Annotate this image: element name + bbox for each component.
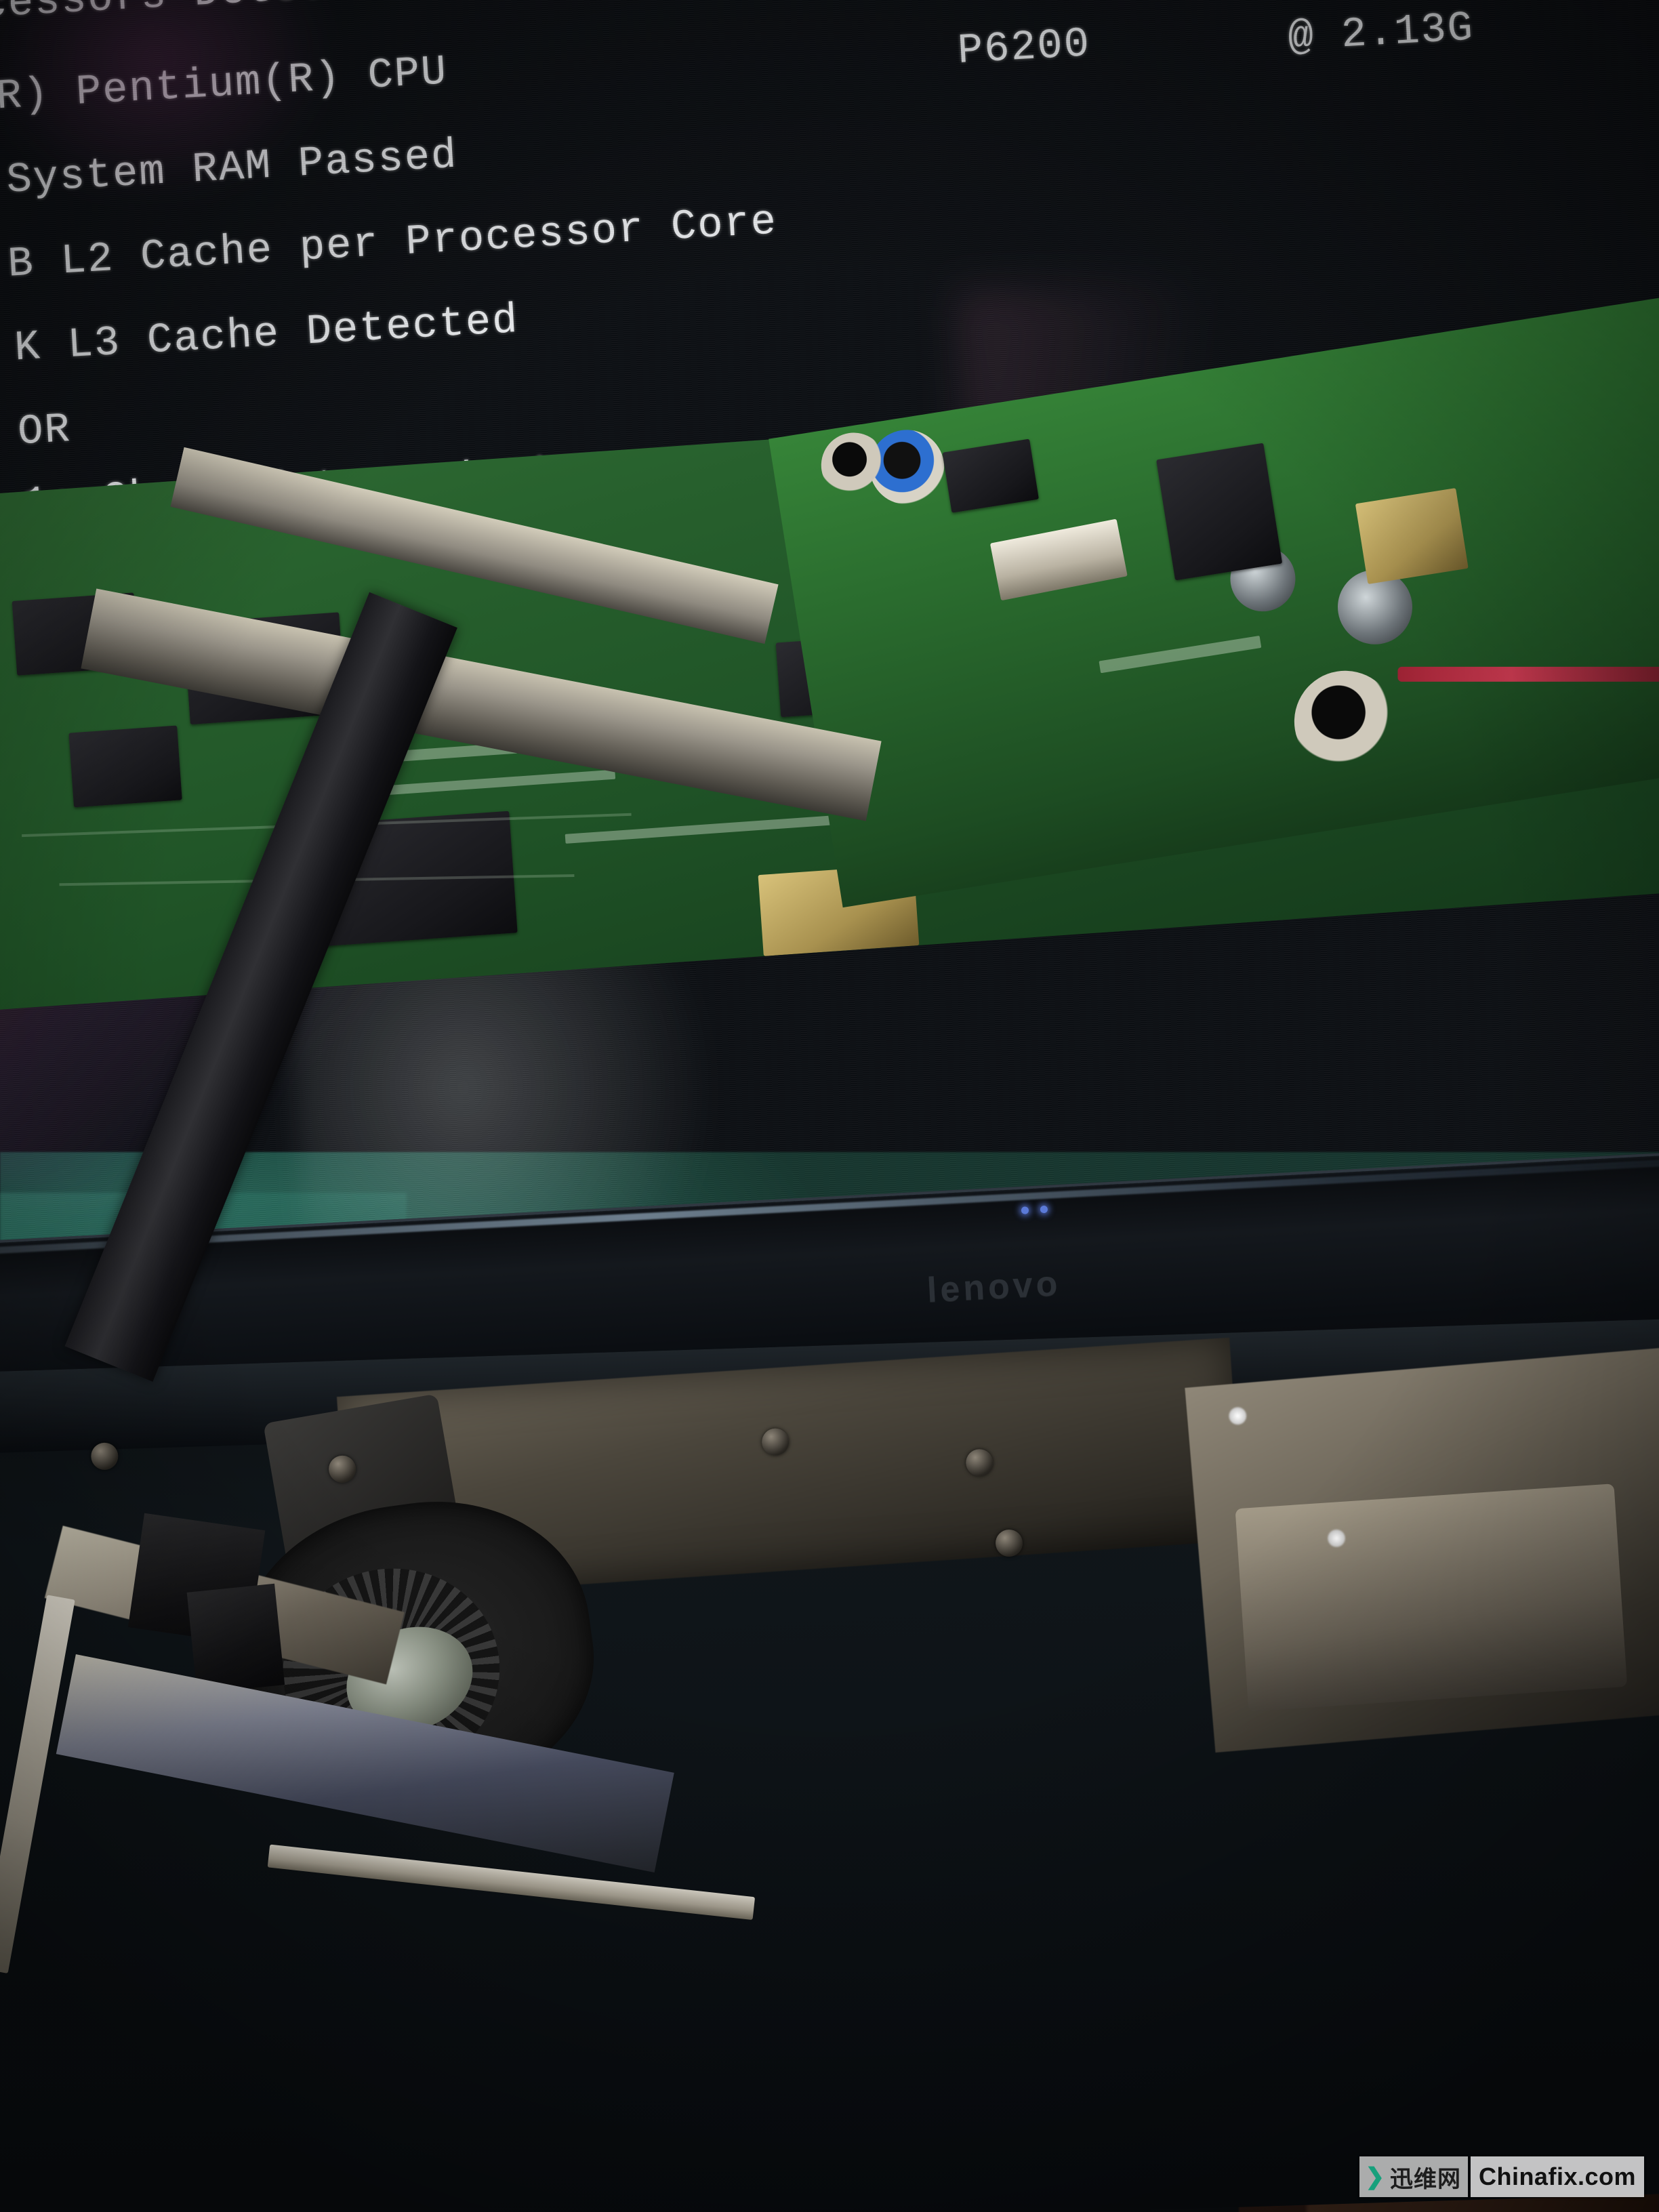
gold-pad-right bbox=[1355, 488, 1469, 585]
bios-error-label: OR bbox=[16, 405, 73, 457]
photo-canvas: Processors Detected R) Pentium(R) CPU P6… bbox=[0, 0, 1659, 2212]
emi-shield-plate-lower bbox=[1235, 1483, 1628, 1712]
watermark-en-text: Chinafix.com bbox=[1478, 2163, 1636, 2190]
screw-hole-5 bbox=[90, 1442, 119, 1471]
red-wire bbox=[1397, 666, 1659, 682]
black-tape-patch-2 bbox=[186, 1583, 285, 1694]
solder-pad-row-4 bbox=[1099, 635, 1262, 674]
laptop-chassis-internals bbox=[0, 1318, 1659, 2212]
bios-cpu-model: P6200 bbox=[956, 20, 1092, 76]
watermark-en-block: Chinafix.com bbox=[1470, 2156, 1644, 2197]
site-watermark: ❯ 迅维网 Chinafix.com bbox=[1359, 2156, 1644, 2197]
connector-fingers-left bbox=[0, 1595, 75, 1973]
ffc-connector-2 bbox=[989, 518, 1128, 601]
watermark-cn-block: ❯ 迅维网 bbox=[1359, 2156, 1468, 2197]
ic-chip-3 bbox=[68, 725, 182, 808]
bios-line-l2-cache: B L2 Cache per Processor Core bbox=[6, 197, 779, 289]
lens-flare-top bbox=[0, 0, 340, 211]
bios-line-l3-cache: K L3 Cache Detected bbox=[13, 295, 520, 373]
lenovo-logo: lenovo bbox=[926, 1263, 1062, 1311]
solder-pad-row-2 bbox=[371, 769, 616, 796]
solder-pad-row-3 bbox=[565, 814, 850, 844]
connector-fingers-mid bbox=[267, 1844, 756, 1921]
status-led-left bbox=[1021, 1206, 1029, 1214]
status-led-right bbox=[1040, 1205, 1048, 1214]
bios-cpu-speed: @ 2.13G bbox=[1286, 3, 1475, 62]
chevron-icon: ❯ bbox=[1365, 2164, 1385, 2190]
watermark-cn-text: 迅维网 bbox=[1389, 2166, 1461, 2192]
mounting-ring-2 bbox=[1287, 663, 1404, 780]
ic-chip-8 bbox=[942, 438, 1039, 513]
ic-chip-7 bbox=[1156, 443, 1283, 581]
